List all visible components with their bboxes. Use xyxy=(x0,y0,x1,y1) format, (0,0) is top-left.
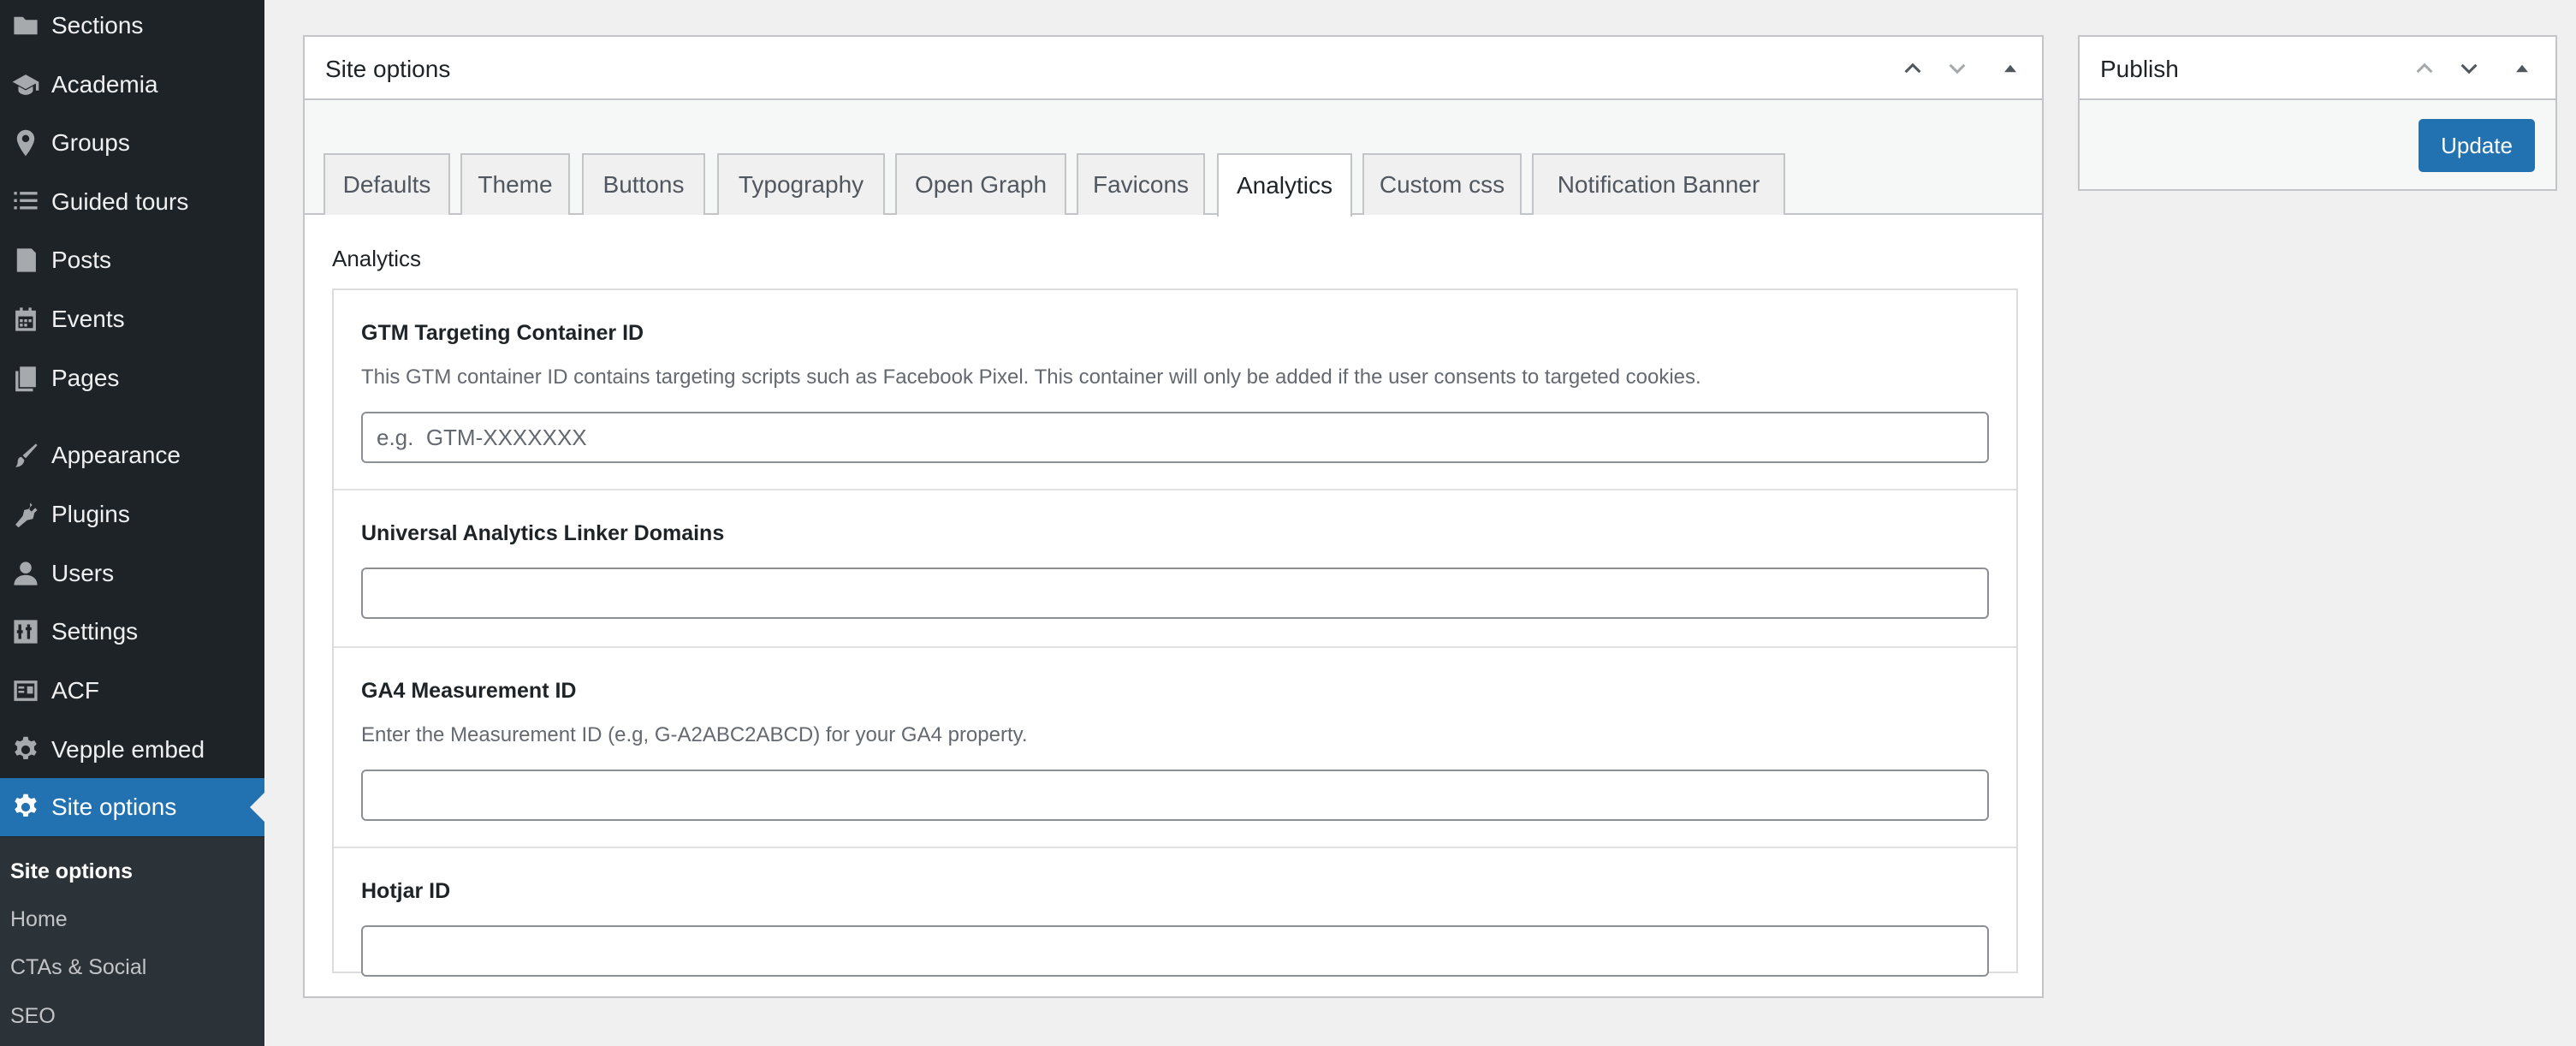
sidebar-item-settings[interactable]: Settings xyxy=(0,603,264,661)
sidebar-item-groups[interactable]: Groups xyxy=(0,114,264,172)
brush-icon xyxy=(0,426,51,484)
sidebar-item-label: ACF xyxy=(51,677,99,704)
metabox-header: Site options xyxy=(305,37,2042,100)
sidebar-item-label: Appearance xyxy=(51,442,181,468)
list-icon xyxy=(0,173,51,231)
tab-buttons[interactable]: Buttons xyxy=(582,153,705,215)
sidebar-item-label: Groups xyxy=(51,129,130,156)
hotjar-id-input[interactable] xyxy=(361,925,1989,977)
field-ga4-measurement: GA4 Measurement ID Enter the Measurement… xyxy=(334,648,2016,848)
sidebar-item-plugins[interactable]: Plugins xyxy=(0,485,264,544)
sidebar-item-site-options[interactable]: Site options xyxy=(0,778,264,836)
sidebar-submenu: Site options Home CTAs & Social SEO xyxy=(0,837,264,1046)
section-heading: Analytics xyxy=(332,246,422,271)
gear-icon xyxy=(0,721,51,779)
plugin-icon xyxy=(0,485,51,544)
field-label: GA4 Measurement ID xyxy=(361,679,577,703)
sidebar-item-vepple-embed[interactable]: Vepple embed xyxy=(0,721,264,779)
analytics-fields: GTM Targeting Container ID This GTM cont… xyxy=(332,288,2018,977)
field-label: GTM Targeting Container ID xyxy=(361,321,644,345)
field-label: Hotjar ID xyxy=(361,879,451,903)
tab-defaults[interactable]: Defaults xyxy=(323,153,450,215)
field-description: Enter the Measurement ID (e.g, G-A2ABC2A… xyxy=(361,723,1028,746)
collapse-toggle-icon[interactable] xyxy=(1996,54,2025,83)
sidebar-item-label: Site options xyxy=(51,793,177,820)
move-down-icon[interactable] xyxy=(2454,54,2484,83)
tab-open-graph[interactable]: Open Graph xyxy=(895,153,1066,215)
move-down-icon[interactable] xyxy=(1943,54,1972,83)
publish-metabox: Publish Update xyxy=(2078,35,2557,191)
submenu-item-site-options[interactable]: Site options xyxy=(10,859,133,884)
acf-icon xyxy=(0,662,51,720)
field-hotjar: Hotjar ID xyxy=(334,848,2016,977)
sidebar-item-label: Posts xyxy=(51,247,112,273)
linker-domains-input[interactable] xyxy=(361,568,1989,619)
field-gtm-targeting: GTM Targeting Container ID This GTM cont… xyxy=(334,290,2016,490)
publish-header: Publish xyxy=(2080,37,2555,100)
folder-icon xyxy=(0,0,51,55)
sidebar-item-pages[interactable]: Pages xyxy=(0,349,264,407)
graduation-cap-icon xyxy=(0,56,51,114)
tab-analytics[interactable]: Analytics xyxy=(1217,153,1352,217)
sidebar-item-label: Pages xyxy=(51,365,120,391)
sidebar-item-guided-tours[interactable]: Guided tours xyxy=(0,173,264,231)
posts-icon xyxy=(0,231,51,289)
sidebar-item-label: Guided tours xyxy=(51,188,189,215)
user-icon xyxy=(0,544,51,603)
collapse-toggle-icon[interactable] xyxy=(2508,54,2537,83)
publish-title: Publish xyxy=(2100,56,2179,82)
sidebar-item-label: Sections xyxy=(51,12,144,39)
tab-typography[interactable]: Typography xyxy=(717,153,885,215)
sidebar-item-acf[interactable]: ACF xyxy=(0,662,264,720)
field-label: Universal Analytics Linker Domains xyxy=(361,521,725,545)
tab-notification-banner[interactable]: Notification Banner xyxy=(1532,153,1785,215)
admin-sidebar: Sections Academia Groups Guided tours Po… xyxy=(0,0,264,1046)
field-description: This GTM container ID contains targeting… xyxy=(361,366,1701,389)
submenu-item-ctas-social[interactable]: CTAs & Social xyxy=(10,955,146,980)
submenu-item-seo[interactable]: SEO xyxy=(10,1004,56,1029)
gtm-container-id-input[interactable] xyxy=(361,412,1989,463)
site-options-metabox: Site options Defaults Theme Buttons Typo… xyxy=(303,35,2044,998)
move-up-icon[interactable] xyxy=(1898,54,1927,83)
options-tabs: Defaults Theme Buttons Typography Open G… xyxy=(305,100,2042,217)
tab-favicons[interactable]: Favicons xyxy=(1077,153,1205,215)
update-button[interactable]: Update xyxy=(2419,119,2535,172)
sidebar-item-users[interactable]: Users xyxy=(0,544,264,603)
location-pin-icon xyxy=(0,114,51,172)
sidebar-item-label: Vepple embed xyxy=(51,736,205,763)
sidebar-item-label: Users xyxy=(51,560,115,586)
sidebar-item-events[interactable]: Events xyxy=(0,290,264,348)
tab-custom-css[interactable]: Custom css xyxy=(1362,153,1522,215)
sidebar-item-label: Academia xyxy=(51,71,158,98)
sidebar-item-sections[interactable]: Sections xyxy=(0,0,264,55)
tab-theme[interactable]: Theme xyxy=(460,153,570,215)
ga4-measurement-id-input[interactable] xyxy=(361,770,1989,821)
pages-icon xyxy=(0,349,51,407)
submenu-item-home[interactable]: Home xyxy=(10,907,68,932)
metabox-title: Site options xyxy=(325,56,451,82)
sidebar-item-posts[interactable]: Posts xyxy=(0,231,264,289)
move-up-icon[interactable] xyxy=(2410,54,2439,83)
sidebar-item-academia[interactable]: Academia xyxy=(0,56,264,114)
sidebar-item-label: Events xyxy=(51,306,125,332)
sidebar-item-label: Plugins xyxy=(51,501,130,527)
field-linker-domains: Universal Analytics Linker Domains xyxy=(334,490,2016,648)
calendar-icon xyxy=(0,290,51,348)
settings-sliders-icon xyxy=(0,603,51,661)
gear-icon xyxy=(0,778,51,836)
sidebar-item-label: Settings xyxy=(51,618,139,645)
sidebar-item-appearance[interactable]: Appearance xyxy=(0,426,264,484)
